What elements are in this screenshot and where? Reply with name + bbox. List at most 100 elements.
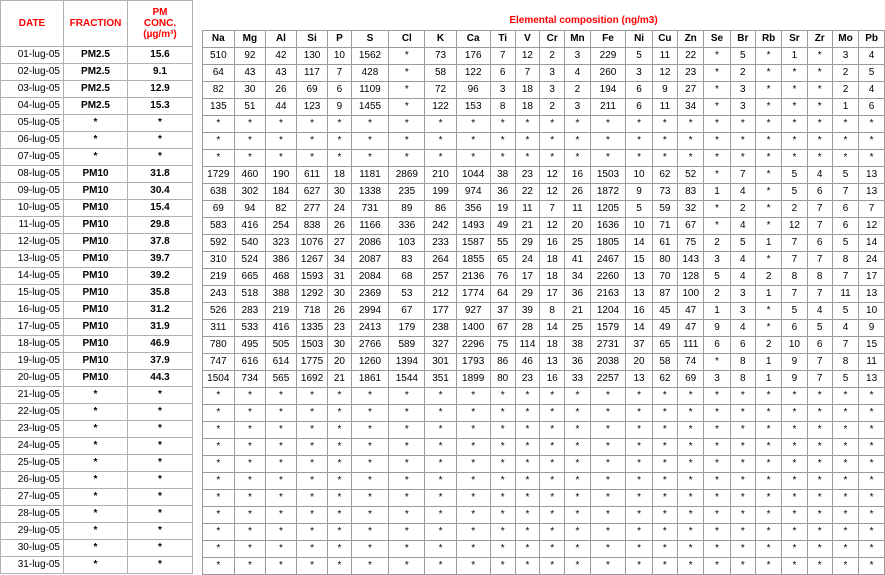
value-cell-v: * — [514, 420, 541, 439]
table-row: * * * * * * * * * * * * * * * * * * * * * * * * — [202, 471, 885, 490]
value-cell-cu: 62 — [651, 165, 679, 184]
value-cell-cu: 61 — [651, 233, 679, 252]
value-cell-v: * — [514, 556, 541, 575]
value-cell-mg: 283 — [233, 301, 267, 320]
value-cell-p: * — [327, 539, 352, 558]
table-row: 08-lug-05 PM10 31.8 — [0, 165, 193, 183]
value-cell-fe: * — [589, 148, 627, 167]
value-cell-mn: * — [564, 454, 591, 473]
value-cell-na: * — [202, 556, 235, 575]
value-cell-cr: 14 — [539, 318, 566, 337]
value-cell-na: * — [202, 386, 235, 405]
value-cell-ti: * — [489, 403, 516, 422]
value-cell-mg: * — [233, 522, 267, 541]
value-cell-mo: * — [831, 488, 860, 507]
date-cell: 11-lug-05 — [0, 216, 64, 234]
value-cell-mo: 8 — [831, 352, 860, 371]
value-cell-fe: 1204 — [589, 301, 627, 320]
value-cell-si: * — [295, 437, 329, 456]
value-cell-se: 3 — [703, 250, 731, 269]
value-cell-fe: * — [589, 403, 627, 422]
value-cell-mg: 302 — [233, 182, 267, 201]
value-cell-pb: * — [858, 403, 885, 422]
value-cell-ca: * — [455, 454, 491, 473]
value-cell-k: 351 — [424, 369, 457, 388]
value-cell-al: * — [265, 488, 297, 507]
conc-cell: * — [127, 386, 193, 404]
value-cell-mn: * — [564, 114, 591, 133]
date-cell: 14-lug-05 — [0, 267, 64, 285]
value-cell-sr: 6 — [781, 318, 808, 337]
value-cell-ni: 10 — [625, 165, 653, 184]
value-cell-zn: 100 — [677, 284, 705, 303]
element-header-na: Na — [202, 29, 235, 48]
value-cell-si: 1335 — [295, 318, 329, 337]
value-cell-cr: 18 — [539, 267, 566, 286]
value-cell-mg: 43 — [233, 63, 267, 82]
value-cell-rb: * — [754, 97, 783, 116]
value-cell-ti: * — [489, 471, 516, 490]
value-cell-p: * — [327, 386, 352, 405]
value-cell-mn: 36 — [564, 284, 591, 303]
fraction-cell: * — [63, 471, 128, 489]
value-cell-al: 386 — [265, 250, 297, 269]
value-cell-v: 12 — [514, 46, 541, 65]
date-cell: 01-lug-05 — [0, 46, 64, 64]
date-cell: 05-lug-05 — [0, 114, 64, 132]
value-cell-cl: * — [388, 505, 426, 524]
value-cell-s: 1455 — [350, 97, 390, 116]
value-cell-ti: * — [489, 556, 516, 575]
table-row: 243 518 388 1292 30 2369 53 212 1774 64 29 17 36 2163… — [202, 284, 885, 303]
value-cell-al: 184 — [265, 182, 297, 201]
fraction-cell: * — [63, 114, 128, 132]
value-cell-ni: 37 — [625, 335, 653, 354]
value-cell-v: * — [514, 471, 541, 490]
value-cell-zr: * — [806, 488, 833, 507]
value-cell-s: 2084 — [350, 267, 390, 286]
value-cell-fe: 1636 — [589, 216, 627, 235]
value-cell-pb: * — [858, 522, 885, 541]
value-cell-mg: 734 — [233, 369, 267, 388]
fraction-cell: * — [63, 522, 128, 540]
value-cell-sr: * — [781, 97, 808, 116]
table-row: * * * * * * * * * * * * * * * * * * * * * * * * — [202, 148, 885, 167]
value-cell-ni: 14 — [625, 233, 653, 252]
sample-info-table: DATE FRACTION PM CONC. (µg/m³) 01-lug-05… — [0, 0, 193, 574]
value-cell-mg: * — [233, 539, 267, 558]
value-cell-ca: 974 — [455, 182, 491, 201]
value-cell-fe: 2731 — [589, 335, 627, 354]
value-cell-pb: * — [858, 148, 885, 167]
value-cell-cl: * — [388, 556, 426, 575]
fraction-cell: * — [63, 437, 128, 455]
value-cell-br: 3 — [729, 284, 756, 303]
value-cell-se: * — [703, 199, 731, 218]
value-cell-ti: 75 — [489, 335, 516, 354]
value-cell-ca: * — [455, 522, 491, 541]
value-cell-p: 6 — [327, 80, 352, 99]
value-cell-s: * — [350, 420, 390, 439]
table-row: 311 533 416 1335 23 2413 179 238 1400 67 28 14 25 157… — [202, 318, 885, 337]
fraction-cell: * — [63, 488, 128, 506]
value-cell-p: * — [327, 471, 352, 490]
value-cell-cl: * — [388, 386, 426, 405]
value-cell-ca: * — [455, 114, 491, 133]
value-cell-mg: * — [233, 471, 267, 490]
conc-cell: 31.2 — [127, 301, 193, 319]
value-cell-k: 264 — [424, 250, 457, 269]
value-cell-ti: 49 — [489, 216, 516, 235]
value-cell-cr: * — [539, 386, 566, 405]
value-cell-ni: * — [625, 114, 653, 133]
fraction-cell: PM10 — [63, 199, 128, 217]
value-cell-cl: * — [388, 97, 426, 116]
value-cell-zr: * — [806, 420, 833, 439]
value-cell-na: 243 — [202, 284, 235, 303]
value-cell-s: * — [350, 556, 390, 575]
value-cell-v: 28 — [514, 318, 541, 337]
value-cell-na: 82 — [202, 80, 235, 99]
value-cell-al: * — [265, 437, 297, 456]
value-cell-se: * — [703, 505, 731, 524]
value-cell-sr: * — [781, 488, 808, 507]
value-cell-ti: 19 — [489, 199, 516, 218]
value-cell-p: 30 — [327, 182, 352, 201]
value-cell-s: 2369 — [350, 284, 390, 303]
